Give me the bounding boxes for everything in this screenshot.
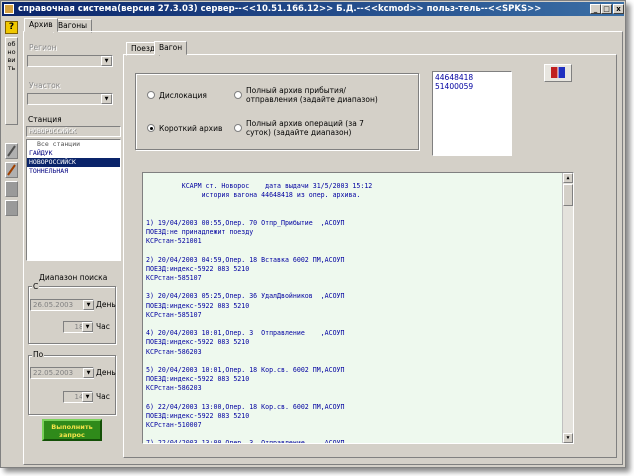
- report-line: ПОЕЗД:индекс-5922 083 5210: [146, 301, 250, 310]
- report-content: КСАРМ ст. Новорос дата выдачи 31/5/2003 …: [143, 173, 573, 444]
- section-select[interactable]: ▼: [27, 93, 113, 105]
- report-line: [143, 201, 573, 210]
- report-line: ПОЕЗД:не принадлежит поезду: [146, 228, 254, 237]
- report-line: ПОЕЗД:индекс-5922 083 5210: [146, 338, 250, 347]
- title-bar[interactable]: справочная система(версия 27.3.03) серве…: [2, 2, 624, 16]
- scroll-up-arrow-icon[interactable]: ▲: [563, 173, 573, 183]
- report-line: [143, 283, 573, 292]
- pencil-icon: [7, 145, 16, 157]
- tool-button-2[interactable]: [5, 200, 18, 216]
- hour-label-2: Час: [96, 392, 110, 401]
- window-title: справочная система(версия 27.3.03) серве…: [18, 4, 542, 14]
- report-line: 1) 19/04/2003 00:55,Опер. 70 Отпр_Прибыт…: [146, 218, 345, 227]
- list-item[interactable]: ГАЙДУК: [27, 149, 120, 158]
- day-label-2: День: [96, 368, 116, 377]
- report-text-area[interactable]: КСАРМ ст. Новорос дата выдачи 31/5/2003 …: [142, 172, 574, 444]
- scroll-thumb[interactable]: [563, 184, 573, 206]
- maximize-button[interactable]: □: [601, 4, 612, 14]
- from-group: [28, 286, 116, 344]
- report-line: [143, 247, 573, 256]
- from-label: С: [32, 282, 40, 291]
- wagon-number-list[interactable]: 44648418 51400059: [432, 71, 512, 156]
- report-line: КСАРМ ст. Новорос дата выдачи 31/5/2003 …: [146, 182, 373, 191]
- full-arrivals-radio[interactable]: [234, 91, 242, 99]
- full-arrivals-label[interactable]: Полный архив прибытия/отправления (задай…: [246, 86, 386, 104]
- report-line: КСРстан-585107: [146, 274, 202, 283]
- tab-wagon[interactable]: Вагон: [154, 41, 188, 55]
- close-button[interactable]: x: [613, 4, 624, 14]
- dislocation-radio[interactable]: [147, 91, 155, 99]
- report-line: 7) 22/04/2003 13:00,Опер. 3 Отправление …: [146, 439, 345, 444]
- report-line: [143, 394, 573, 403]
- report-line: [143, 210, 573, 219]
- report-line: 6) 22/04/2003 13:00,Опер. 18 Кор.св. 600…: [146, 402, 345, 411]
- report-line: [143, 357, 573, 366]
- report-line: 2) 20/04/2003 04:59,Опер. 18 Вставка 600…: [146, 255, 345, 264]
- edit-icon-2[interactable]: [5, 162, 18, 178]
- report-line: КСРстан-586203: [146, 384, 202, 393]
- left-toolbar: ? обновить: [4, 19, 20, 461]
- chevron-down-icon[interactable]: ▼: [101, 56, 112, 66]
- app-icon: [4, 4, 14, 14]
- report-line: КСРстан-510007: [146, 421, 202, 430]
- report-line: ПОЕЗД:индекс-5922 083 5210: [146, 264, 250, 273]
- edit-icon[interactable]: [5, 143, 18, 159]
- tool-button[interactable]: [5, 181, 18, 197]
- report-line: ПОЕЗД:индекс-5922 083 5210: [146, 375, 250, 384]
- section-label: Участок: [29, 81, 61, 90]
- station-label: Станция: [28, 115, 62, 124]
- report-line: КСРстан-585107: [146, 310, 202, 319]
- list-item[interactable]: Все станции: [27, 140, 120, 149]
- chevron-down-icon[interactable]: ▼: [82, 392, 93, 402]
- chevron-down-icon[interactable]: ▼: [82, 322, 93, 332]
- station-list[interactable]: Все станции ГАЙДУК НОВОРОССИЙСК ТОННЕЛЬН…: [26, 139, 121, 261]
- report-line: 5) 20/04/2003 10:01,Опер. 18 Кор.св. 600…: [146, 365, 345, 374]
- report-line: 4) 20/04/2003 10:01,Опер. 3 Отправление …: [146, 329, 345, 338]
- report-line: 3) 20/04/2003 05:25,Опер. 36 УдалДвойник…: [146, 292, 345, 301]
- scroll-down-arrow-icon[interactable]: ▼: [563, 433, 573, 443]
- chevron-down-icon[interactable]: ▼: [101, 94, 112, 104]
- minimize-button[interactable]: _: [590, 4, 601, 14]
- search-range-label: Диапазон поиска: [39, 273, 108, 282]
- hour-label: Час: [96, 322, 110, 331]
- report-line: ПОЕЗД:индекс-5922 083 5210: [146, 411, 250, 420]
- report-line: история вагона 44648418 из опер. архива.: [146, 191, 361, 200]
- report-line: [143, 430, 573, 439]
- report-line: КСРстан-586203: [146, 347, 202, 356]
- report-line: [143, 173, 573, 182]
- station-input[interactable]: НОВОРОССИЙСК: [26, 126, 121, 137]
- report-scrollbar[interactable]: ▲ ▼: [562, 173, 573, 443]
- report-line: [143, 320, 573, 329]
- export-button[interactable]: [544, 64, 572, 82]
- list-item[interactable]: 51400059: [435, 82, 509, 91]
- help-button[interactable]: ?: [5, 21, 18, 34]
- update-button[interactable]: обновить: [5, 37, 18, 125]
- day-label: День: [96, 300, 116, 309]
- to-group: [28, 355, 116, 415]
- chevron-down-icon[interactable]: ▼: [83, 368, 94, 378]
- list-item-selected[interactable]: НОВОРОССИЙСК: [27, 158, 120, 167]
- region-label: Регион: [29, 43, 57, 52]
- tab-archive[interactable]: Архив: [24, 18, 58, 32]
- book-icon: [551, 67, 565, 78]
- options-group: [135, 73, 419, 150]
- short-archive-radio[interactable]: [147, 124, 155, 132]
- pencil-icon: [7, 164, 16, 176]
- chevron-down-icon[interactable]: ▼: [83, 300, 94, 310]
- execute-query-button[interactable]: Выполнить запрос: [42, 419, 102, 441]
- report-line: КСРстан-521001: [146, 237, 202, 246]
- full-operations-label[interactable]: Полный архив операций (за 7 суток) (зада…: [246, 119, 386, 137]
- list-item[interactable]: 44648418: [435, 73, 509, 82]
- to-label: По: [32, 350, 45, 359]
- short-archive-label[interactable]: Короткий архив: [159, 124, 222, 133]
- app-window: справочная система(версия 27.3.03) серве…: [0, 0, 626, 468]
- dislocation-label[interactable]: Дислокация: [159, 91, 207, 100]
- list-item[interactable]: ТОННЕЛЬНАЯ: [27, 167, 120, 176]
- region-select[interactable]: ▼: [27, 55, 113, 67]
- full-operations-radio[interactable]: [234, 124, 242, 132]
